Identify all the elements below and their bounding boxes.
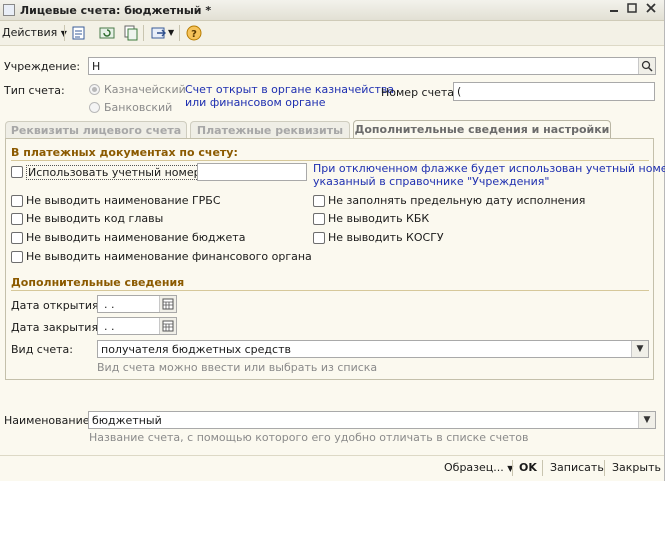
name-label: Наименование:	[4, 414, 94, 427]
toolbar-separator	[64, 25, 65, 41]
account-hint-line-2: или финансовом органе	[185, 96, 326, 109]
button-separator	[604, 460, 605, 476]
use-account-number-label: Использовать учетный номер	[26, 165, 203, 180]
chevron-down-icon[interactable]: ▼	[631, 341, 648, 357]
checkbox-no-deadline[interactable]	[313, 195, 325, 207]
toolbar: Действия ▼ ▼ ?	[0, 21, 664, 46]
button-separator	[542, 460, 543, 476]
actions-menu-button[interactable]: Действия ▼	[2, 24, 67, 42]
institution-field[interactable]: Н	[88, 57, 656, 75]
actions-label: Действия	[2, 26, 58, 39]
open-date-label: Дата открытия:	[11, 299, 103, 312]
use-hint-line-1: При отключенном флажке будет использован…	[313, 162, 670, 175]
account-type-label: Тип счета:	[4, 84, 65, 97]
search-icon[interactable]	[638, 58, 655, 74]
svg-text:?: ?	[191, 29, 197, 40]
refresh-icon[interactable]	[99, 25, 115, 41]
checkbox-no-budget-name-label: Не выводить наименование бюджета	[26, 231, 246, 244]
copy-document-icon[interactable]	[123, 25, 139, 41]
title-bar: Лицевые счета: бюджетный *	[0, 0, 664, 21]
checkbox-no-budget-name[interactable]	[11, 232, 23, 244]
payment-section-title: В платежных документах по счету:	[11, 146, 238, 159]
template-button[interactable]: Образец... ▼	[444, 461, 513, 474]
radio-treasury[interactable]	[89, 84, 100, 95]
section-divider	[11, 290, 649, 291]
close-button[interactable]: Закрыть	[612, 461, 661, 474]
tab-payment-details[interactable]: Платежные реквизиты	[190, 121, 350, 138]
radio-dot-icon	[92, 87, 97, 92]
maximize-icon[interactable]	[624, 3, 640, 17]
radio-bank-label: Банковский	[104, 101, 173, 114]
button-separator	[512, 460, 513, 476]
calendar-icon[interactable]	[159, 318, 176, 334]
minimize-icon[interactable]	[606, 3, 622, 17]
close-date-label: Дата закрытия:	[11, 321, 102, 334]
radio-treasury-label: Казначейский	[104, 83, 186, 96]
bottom-bar: Образец... ▼ OK Записать Закрыть	[0, 455, 664, 481]
checkbox-no-fin-organ-label: Не выводить наименование финансового орг…	[26, 250, 312, 263]
help-icon[interactable]: ?	[186, 25, 202, 41]
checkbox-no-kosgu[interactable]	[313, 232, 325, 244]
account-number-value: (	[457, 85, 462, 98]
template-label: Образец...	[444, 461, 504, 474]
account-hint-line-1: Счет открыт в органе казначейства	[185, 83, 395, 96]
section-divider	[11, 160, 649, 161]
account-number-label: Номер счета:	[381, 86, 458, 99]
radio-bank[interactable]	[89, 102, 100, 113]
account-kind-hint: Вид счета можно ввести или выбрать из сп…	[97, 361, 378, 374]
close-date-field[interactable]: . .	[97, 317, 177, 335]
open-date-value: . .	[104, 298, 115, 311]
checkbox-no-fin-organ[interactable]	[11, 251, 23, 263]
use-account-number-checkbox[interactable]	[11, 166, 23, 178]
close-date-value: . .	[104, 320, 115, 333]
toolbar-separator	[179, 25, 180, 41]
account-kind-field[interactable]: получателя бюджетных средств ▼	[97, 340, 649, 358]
checkbox-no-deadline-label: Не заполнять предельную дату исполнения	[328, 194, 586, 207]
extra-section-title: Дополнительные сведения	[11, 276, 185, 289]
institution-value: Н	[92, 60, 101, 73]
go-to-dropdown-icon[interactable]: ▼	[168, 28, 174, 37]
checkbox-no-chapter-code-label: Не выводить код главы	[26, 212, 164, 225]
use-hint-line-2: указанный в справочнике "Учреждения"	[313, 175, 550, 188]
checkbox-no-kosgu-label: Не выводить КОСГУ	[328, 231, 444, 244]
checkbox-no-kbk[interactable]	[313, 213, 325, 225]
toolbar-separator	[143, 25, 144, 41]
checkbox-no-grbs[interactable]	[11, 195, 23, 207]
checkbox-no-grbs-label: Не выводить наименование ГРБС	[26, 194, 221, 207]
post-document-icon[interactable]	[71, 25, 87, 41]
ok-button[interactable]: OK	[519, 461, 537, 474]
save-button[interactable]: Записать	[550, 461, 604, 474]
account-kind-value: получателя бюджетных средств	[101, 343, 291, 356]
name-value: бюджетный	[92, 414, 162, 427]
app-icon	[3, 4, 15, 16]
name-field[interactable]: бюджетный ▼	[88, 411, 656, 429]
go-to-icon[interactable]	[151, 25, 167, 41]
account-number-field[interactable]: (	[453, 82, 655, 101]
tab-additional-settings[interactable]: Дополнительные сведения и настройки	[353, 120, 611, 139]
calendar-icon[interactable]	[159, 296, 176, 312]
institution-label: Учреждение:	[4, 60, 81, 73]
form-window: Лицевые счета: бюджетный * Действия ▼ ? …	[0, 0, 670, 481]
name-hint: Название счета, с помощью которого его у…	[89, 431, 529, 444]
tab-account-details[interactable]: Реквизиты лицевого счета	[5, 121, 187, 138]
background-strip	[665, 0, 670, 480]
window-title: Лицевые счета: бюджетный *	[20, 4, 212, 17]
close-icon[interactable]	[643, 3, 659, 17]
checkbox-no-kbk-label: Не выводить КБК	[328, 212, 430, 225]
chevron-down-icon[interactable]: ▼	[638, 412, 655, 428]
open-date-field[interactable]: . .	[97, 295, 177, 313]
account-number-input[interactable]	[197, 163, 307, 181]
account-kind-label: Вид счета:	[11, 343, 73, 356]
checkbox-no-chapter-code[interactable]	[11, 213, 23, 225]
